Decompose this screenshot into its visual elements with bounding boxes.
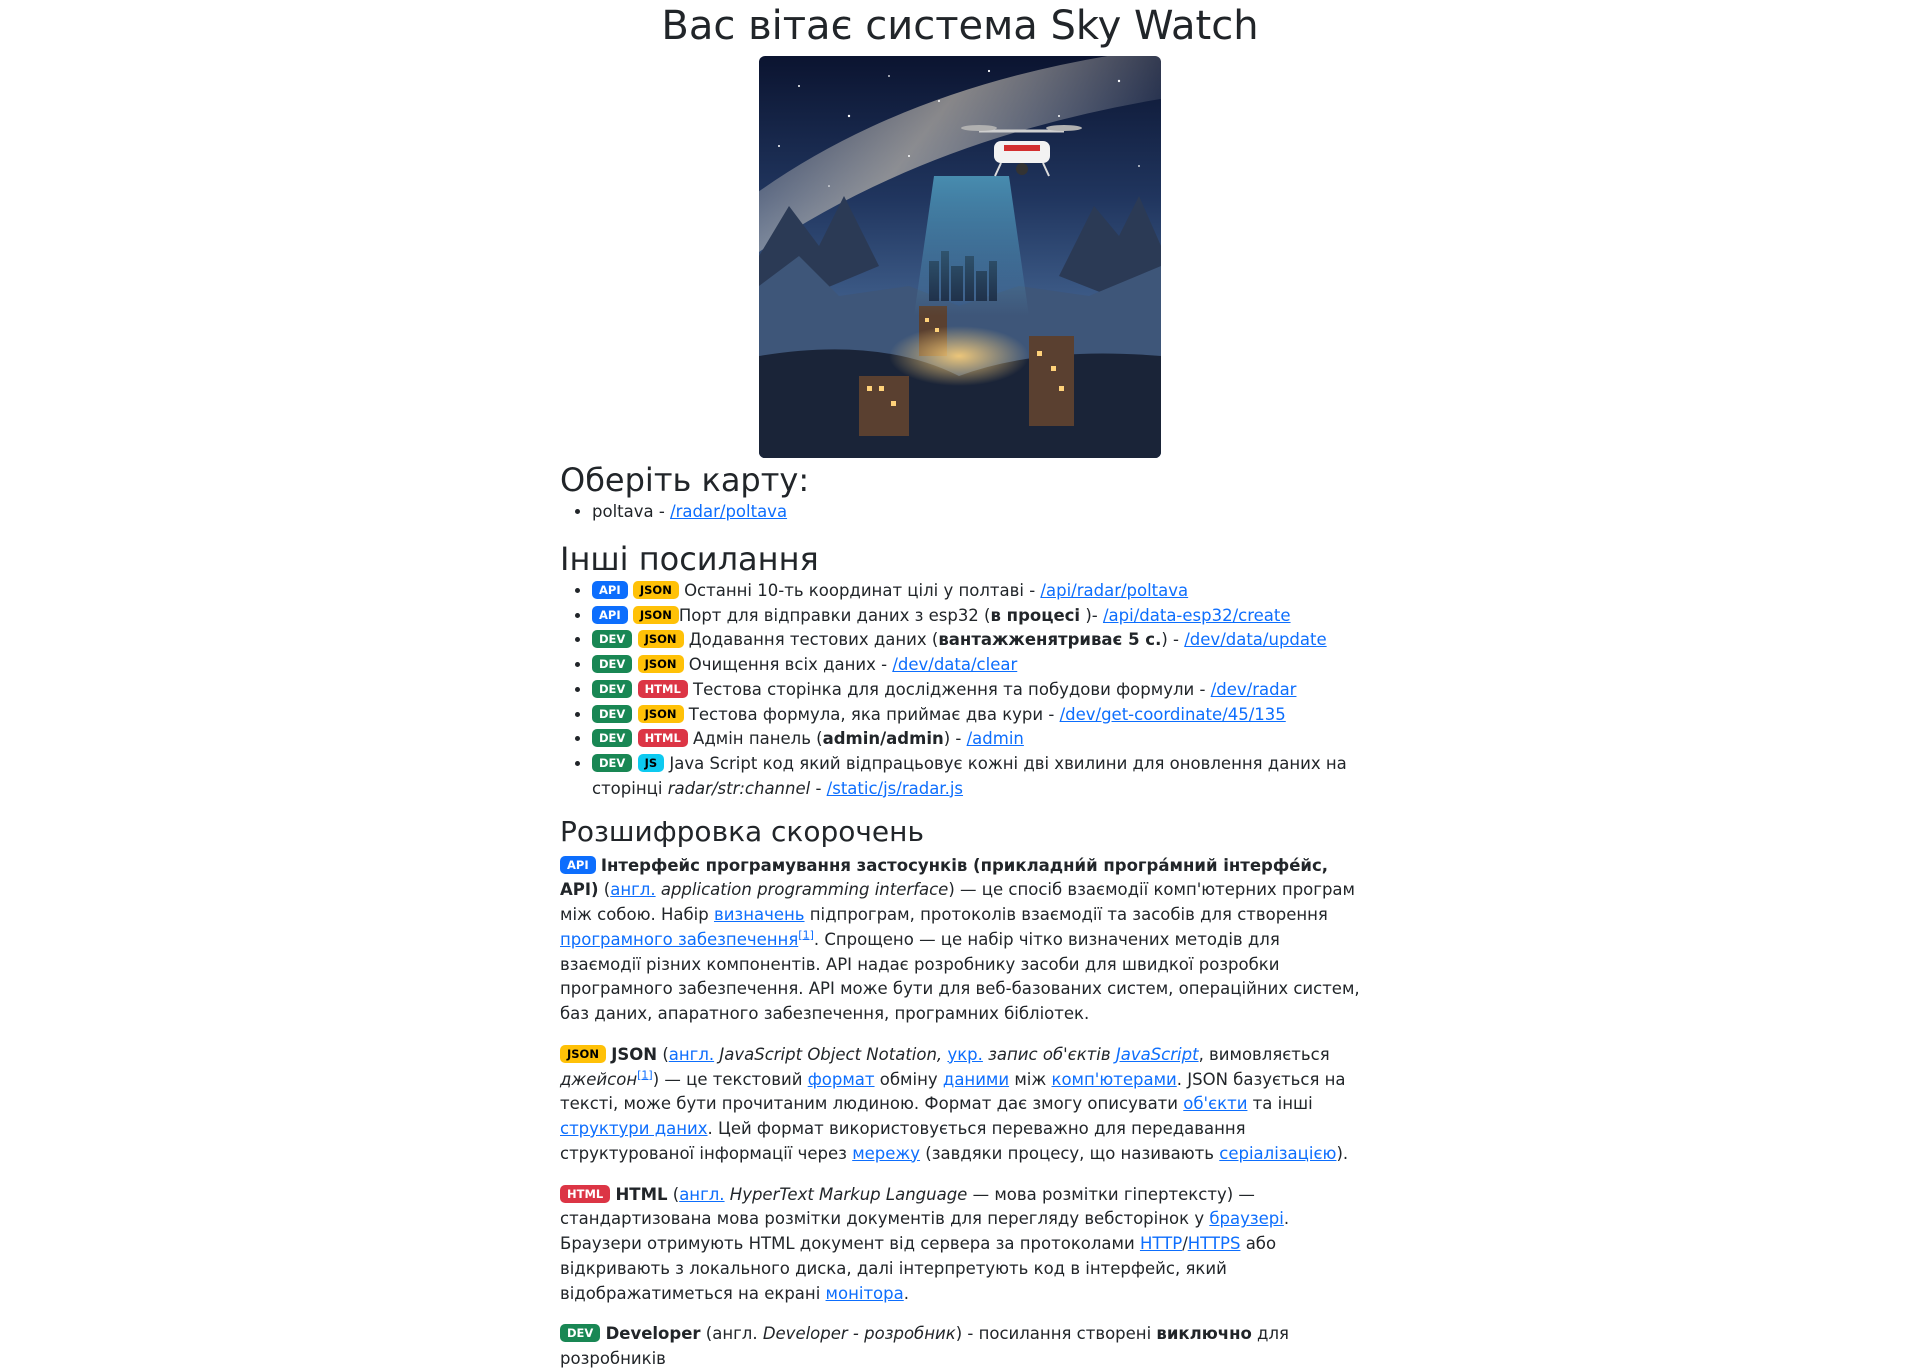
json-badge: JSON [632, 580, 679, 599]
link-javascript[interactable]: JavaScript [1116, 1045, 1199, 1064]
glossary-api: API Інтерфейс програмування застосунків … [560, 855, 1360, 1023]
list-item: API JSONПорт для відправки даних з esp32… [592, 604, 1360, 629]
link-network[interactable]: мережу [852, 1144, 920, 1163]
link-angl[interactable]: англ. [610, 880, 655, 899]
link-objects[interactable]: об'єкти [1183, 1094, 1247, 1113]
list-item: DEV JSON Очищення всіх даних - /dev/data… [592, 653, 1360, 678]
json-badge: JSON [637, 630, 684, 649]
dev-badge: DEV [592, 655, 633, 673]
link-browser[interactable]: браузері [1209, 1209, 1284, 1228]
link-static-js-radar[interactable]: /static/js/radar.js [827, 779, 963, 798]
link-format[interactable]: формат [808, 1070, 875, 1089]
link-dev-radar[interactable]: /dev/radar [1211, 680, 1297, 699]
dev-badge: DEV [592, 729, 633, 748]
json-badge: JSON [637, 704, 684, 723]
link-http[interactable]: HTTP [1140, 1234, 1182, 1253]
link-monitor[interactable]: монітора [826, 1284, 904, 1303]
dev-badge: DEV [560, 1324, 601, 1343]
link-vyznachen[interactable]: визначень [714, 905, 805, 924]
link-serialization[interactable]: серіалізацією [1219, 1144, 1336, 1163]
link-angl[interactable]: англ. [679, 1185, 724, 1204]
api-badge: API [560, 855, 596, 874]
html-badge: HTML [560, 1184, 611, 1203]
link-dev-get-coordinate[interactable]: /dev/get-coordinate/45/135 [1060, 705, 1286, 724]
link-computers[interactable]: комп'ютерами [1052, 1070, 1177, 1089]
link-software[interactable]: програмного забезпечення [560, 930, 798, 949]
link-data-structures[interactable]: структури даних [560, 1119, 708, 1138]
json-badge: JSON [637, 655, 684, 673]
js-badge: JS [637, 754, 665, 772]
api-badge: API [592, 605, 628, 624]
page-title: Вас вітає система Sky Watch [661, 3, 1259, 49]
dev-badge: DEV [592, 704, 633, 723]
link-ukr[interactable]: укр. [947, 1045, 982, 1064]
glossary-heading: Розшифровка скорочень [560, 814, 924, 848]
list-item: DEV HTML Тестова сторінка для дослідженн… [592, 678, 1360, 703]
link-angl[interactable]: англ. [669, 1045, 714, 1064]
link-data[interactable]: даними [943, 1070, 1009, 1089]
map-link-poltava[interactable]: /radar/poltava [670, 502, 787, 521]
glossary-dev: DEV Developer (англ. Developer - розробн… [560, 1324, 1289, 1368]
maps-list: poltava - /radar/poltava [560, 500, 1360, 525]
html-badge: HTML [637, 729, 688, 748]
link-dev-data-update[interactable]: /dev/data/update [1184, 630, 1326, 649]
list-item: DEV JSON Тестова формула, яка приймає дв… [592, 703, 1360, 728]
page: Вас вітає система Sky Watch Оберіть карт… [560, 0, 1360, 1372]
link-dev-data-clear[interactable]: /dev/data/clear [892, 655, 1017, 674]
drone-city-illustration [759, 56, 1161, 458]
api-badge: API [592, 580, 628, 599]
ref-link[interactable]: [1] [637, 1068, 653, 1081]
links-list: API JSON Останні 10-ть координат цілі у … [560, 579, 1360, 802]
links-heading: Інші посилання [560, 539, 819, 578]
maps-heading: Оберіть карту: [560, 461, 810, 499]
list-item: DEV JS Java Script код який відпрацьовує… [592, 752, 1360, 802]
link-admin[interactable]: /admin [967, 729, 1024, 748]
glossary-json: JSON JSON (англ. JavaScript Object Notat… [560, 1044, 1349, 1163]
ref-link[interactable]: [1] [798, 928, 814, 941]
link-https[interactable]: HTTPS [1188, 1234, 1241, 1253]
dev-badge: DEV [592, 630, 633, 649]
json-badge: JSON [560, 1044, 606, 1063]
map-item: poltava - /radar/poltava [592, 500, 1360, 525]
list-item: DEV JSON Додавання тестових даних (ванта… [592, 628, 1360, 653]
list-item: DEV HTML Адмін панель (admin/admin) - /a… [592, 727, 1360, 752]
json-badge: JSON [632, 605, 679, 624]
glossary-html: HTML HTML (англ. HyperText Markup Langua… [560, 1184, 1290, 1303]
hero-image [759, 56, 1161, 458]
link-api-data-esp32-create[interactable]: /api/data-esp32/create [1103, 606, 1291, 625]
dev-badge: DEV [592, 754, 633, 772]
list-item: API JSON Останні 10-ть координат цілі у … [592, 579, 1360, 604]
dev-badge: DEV [592, 679, 633, 698]
link-api-radar-poltava[interactable]: /api/radar/poltava [1040, 581, 1188, 600]
html-badge: HTML [637, 679, 688, 698]
